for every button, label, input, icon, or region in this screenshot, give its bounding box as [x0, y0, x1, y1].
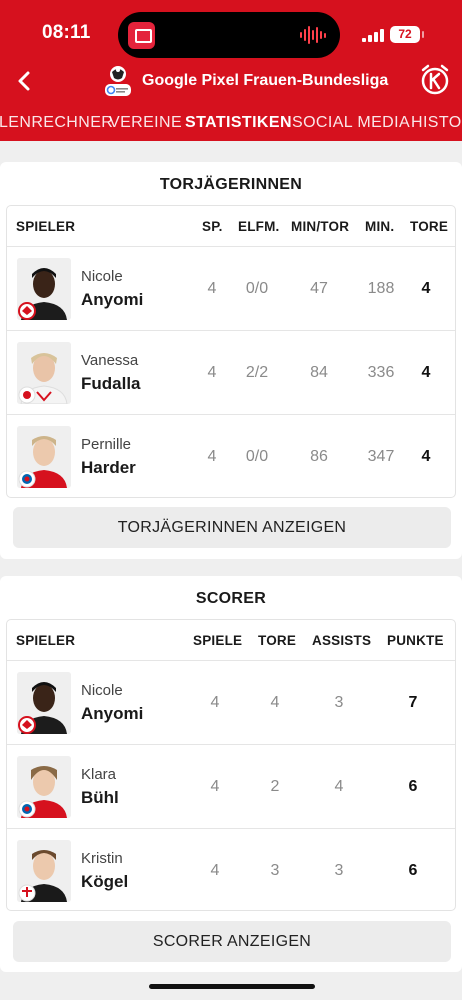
section-tabs: LENRECHNER VEREINE STATISTIKEN SOCIAL ME…	[0, 108, 462, 140]
goals-value: 4	[421, 280, 431, 297]
column-header: TORE	[410, 219, 449, 234]
column-header: TORE	[258, 633, 297, 648]
tab-statistiken[interactable]: STATISTIKEN	[185, 114, 292, 132]
show-scorer-button[interactable]: SCORER ANZEIGEN	[13, 921, 451, 962]
penalties-value: 0/0	[245, 448, 269, 465]
minutes-value: 347	[367, 448, 395, 465]
goals-value: 4	[421, 364, 431, 381]
column-header: ELFM.	[238, 219, 280, 234]
min-per-goal-value: 47	[310, 280, 328, 297]
column-header: SPIELER	[16, 633, 76, 648]
tab-vereine[interactable]: VEREINE	[109, 114, 182, 132]
points-value: 7	[408, 694, 418, 711]
card-title: SCORER	[195, 590, 267, 607]
status-bar: 08:11 72	[0, 0, 462, 60]
scorer-table: SPIELER SPIELE TORE ASSISTS PUNKTE Nicol…	[6, 619, 456, 911]
status-time: 08:11	[42, 22, 91, 43]
card-title: TORJÄGERINNEN	[159, 176, 303, 193]
penalties-value: 0/0	[245, 280, 269, 297]
show-torjaegerinnen-button[interactable]: TORJÄGERINNEN ANZEIGEN	[13, 507, 451, 548]
player-avatar	[17, 342, 71, 404]
signal-icon	[362, 28, 384, 42]
column-header: SPIELER	[16, 219, 76, 234]
table-row[interactable]: Klara Bühl 4 2 4 6	[7, 744, 455, 828]
games-value: 4	[207, 280, 217, 297]
header: 08:11 72 Google Pixel Frauen-Bundesliga …	[0, 0, 462, 141]
assists-value: 4	[334, 778, 344, 795]
player-last-name: Kögel	[81, 872, 129, 891]
player-last-name: Bühl	[81, 788, 119, 807]
games-value: 4	[210, 694, 220, 711]
dynamic-island	[118, 12, 340, 58]
goals-value: 4	[270, 694, 280, 711]
table-row[interactable]: Pernille Harder 4 0/0 86 347 4	[7, 414, 455, 498]
player-first-name: Vanessa	[81, 352, 139, 369]
player-last-name: Harder	[81, 458, 136, 477]
league-title: Google Pixel Frauen-Bundesliga	[142, 72, 389, 89]
table-row[interactable]: Nicole Anyomi 4 4 3 7	[7, 660, 455, 744]
min-per-goal-value: 86	[310, 448, 328, 465]
torjaegerinnen-card: TORJÄGERINNEN SPIELER SP. ELFM. MIN/TOR …	[0, 162, 462, 559]
column-header: MIN.	[365, 219, 395, 234]
points-value: 6	[408, 862, 418, 879]
audio-wave-icon	[300, 25, 326, 45]
table-row[interactable]: Nicole Anyomi 4 0/0 47 188 4	[7, 246, 455, 330]
minutes-value: 188	[367, 280, 395, 297]
player-first-name: Nicole	[81, 682, 123, 699]
points-value: 6	[408, 778, 418, 795]
app-screen: 08:11 72 Google Pixel Frauen-Bundesliga …	[0, 0, 462, 1000]
battery-icon: 72	[390, 26, 424, 43]
player-avatar	[17, 840, 71, 902]
column-header: SP.	[202, 219, 223, 234]
goals-value: 4	[421, 448, 431, 465]
tab-tabellenrechner[interactable]: LENRECHNER	[0, 114, 113, 132]
table-row[interactable]: Vanessa Fudalla 4 2/2 84 336 4	[7, 330, 455, 414]
minutes-value: 336	[367, 364, 395, 381]
table-row[interactable]: Kristin Kögel 4 3 3 6	[7, 828, 455, 912]
player-last-name: Fudalla	[81, 374, 141, 393]
tab-social-media[interactable]: SOCIAL MEDIA	[292, 114, 410, 132]
battery-level: 72	[398, 27, 412, 41]
torjaegerinnen-table: SPIELER SP. ELFM. MIN/TOR MIN. TORE Nico…	[6, 205, 456, 498]
games-value: 4	[210, 778, 220, 795]
home-indicator[interactable]	[149, 984, 315, 989]
assists-value: 3	[334, 862, 344, 879]
column-header: PUNKTE	[387, 633, 444, 648]
player-first-name: Kristin	[81, 850, 123, 867]
scorer-card: SCORER SPIELER SPIELE TORE ASSISTS PUNKT…	[0, 576, 462, 972]
goals-value: 2	[270, 778, 280, 795]
column-header: ASSISTS	[312, 633, 372, 648]
player-last-name: Anyomi	[81, 704, 144, 723]
min-per-goal-value: 84	[310, 364, 328, 381]
player-first-name: Pernille	[81, 436, 132, 453]
back-arrow-icon[interactable]	[12, 66, 38, 96]
player-avatar	[17, 672, 71, 734]
kicker-alarm-icon[interactable]	[418, 62, 452, 96]
column-header: MIN/TOR	[291, 219, 350, 234]
column-header: SPIELE	[193, 633, 243, 648]
tab-historie[interactable]: HISTOR	[411, 114, 462, 132]
player-avatar	[17, 426, 71, 488]
goals-value: 3	[270, 862, 280, 879]
games-value: 4	[207, 364, 217, 381]
player-avatar	[17, 258, 71, 320]
player-last-name: Anyomi	[81, 290, 144, 309]
penalties-value: 2/2	[245, 364, 269, 381]
player-avatar	[17, 756, 71, 818]
recording-app-icon	[128, 22, 155, 49]
nav-bar: Google Pixel Frauen-Bundesliga	[0, 60, 462, 104]
assists-value: 3	[334, 694, 344, 711]
games-value: 4	[210, 862, 220, 879]
games-value: 4	[207, 448, 217, 465]
player-first-name: Nicole	[81, 268, 123, 285]
league-logo-icon	[105, 66, 131, 96]
player-first-name: Klara	[81, 766, 117, 783]
